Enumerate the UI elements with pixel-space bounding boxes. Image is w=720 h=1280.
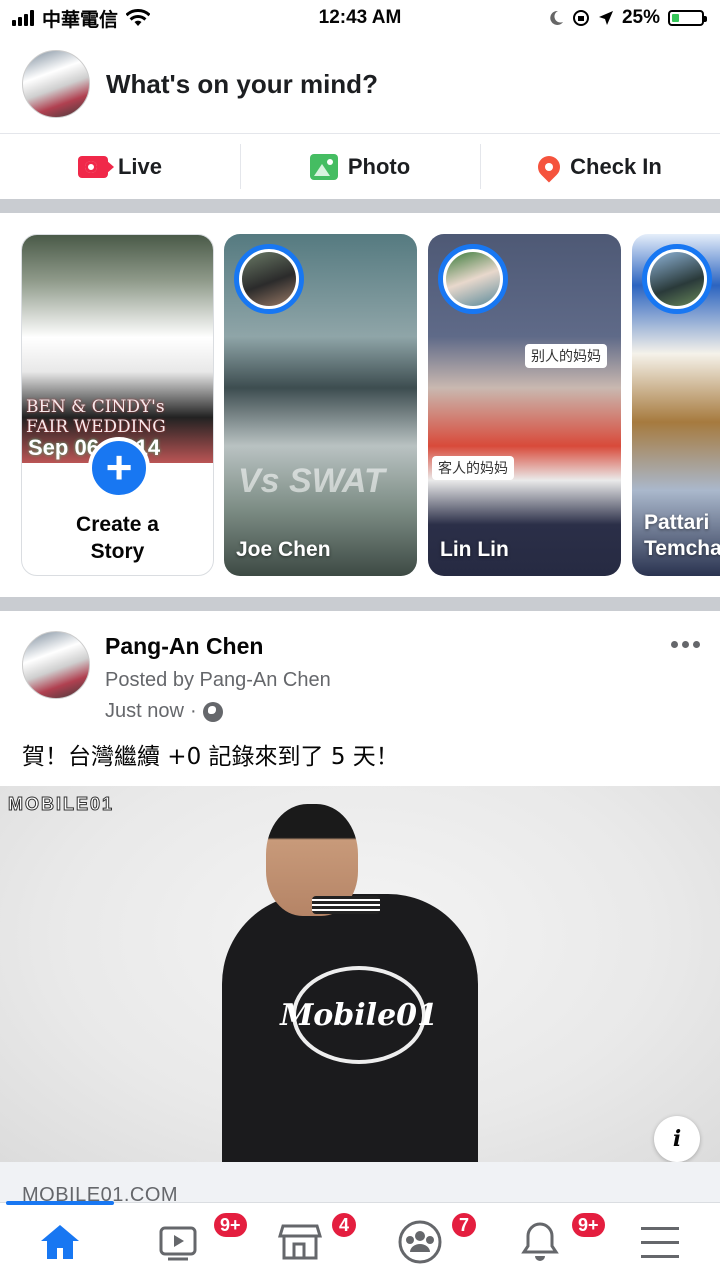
tab-notifications[interactable]: 9+ [480,1203,607,1280]
marketplace-icon [278,1224,322,1259]
tab-watch[interactable]: 9+ [120,1203,249,1280]
photo-caption: BEN & CINDY's FAIR WEDDING [26,397,166,437]
section-divider [0,199,720,213]
author-avatar[interactable] [22,631,90,699]
video-icon [159,1226,197,1260]
collar-shape [312,896,380,914]
groups-badge: 7 [450,1211,478,1239]
check-in-label: Check In [570,153,662,179]
moon-icon [550,10,563,25]
story-name: Pattari Temcha [644,510,720,562]
create-story-card[interactable]: BEN & CINDY's FAIR WEDDING Sep 06, 2014 … [21,234,214,576]
orientation-lock-icon [572,10,589,26]
story-avatar [234,244,304,314]
info-icon[interactable]: i [654,1116,700,1162]
post-text: 賀！台灣繼續 +0 記錄來到了 5 天！ [22,744,399,770]
signal-icon [12,10,34,26]
post-byline[interactable]: Posted by Pang-An Chen [105,669,331,692]
bell-icon [521,1221,559,1261]
post-image[interactable]: MOBILE01 Mobile01 i [0,786,720,1162]
stories-tray[interactable]: BEN & CINDY's FAIR WEDDING Sep 06, 2014 … [0,213,720,597]
photo-caption-line: BEN & CINDY's [26,397,165,417]
jacket-logo: Mobile01 [280,966,438,1064]
post-author[interactable]: Pang-An Chen [105,633,263,660]
location-arrow-icon [598,11,613,25]
tab-home[interactable] [0,1201,120,1280]
story-card-lin-lin[interactable]: 别人的妈妈 客人的妈妈 Lin Lin [428,234,621,576]
story-avatar [642,244,712,314]
story-card-joe-chen[interactable]: Vs SWAT Joe Chen [224,234,417,576]
battery-icon [668,10,707,26]
status-left: 中華電信 [12,5,151,32]
tab-menu[interactable] [600,1203,720,1280]
create-story-label-line: Create a [76,513,159,536]
image-watermark: MOBILE01 [7,794,115,815]
story-name: Joe Chen [236,538,331,561]
check-in-button[interactable]: Check In [480,134,720,199]
link-preview[interactable]: MOBILE01.COM [0,1162,720,1206]
live-button[interactable]: Live [0,134,240,199]
story-overlay-text: Vs SWAT [238,462,385,500]
wifi-icon [126,9,151,26]
bottom-tab-bar: 9+ 4 7 9+ [0,1201,720,1280]
composer-actions: Live Photo Check In [0,133,720,199]
more-options-icon[interactable] [671,641,700,648]
groups-icon [398,1220,442,1263]
location-pin-icon [533,150,565,183]
story-card-pattari[interactable]: Pattari Temcha [632,234,720,576]
composer-prompt[interactable]: What's on your mind? [106,69,378,100]
story-avatar [438,244,508,314]
section-divider [0,597,720,611]
home-icon [41,1224,79,1259]
plus-icon[interactable]: + [88,437,150,499]
live-label: Live [117,153,163,179]
photo-caption-line: FAIR WEDDING [26,417,166,437]
story-name-line: Pattari [644,511,710,534]
post-time: Just now [105,700,184,722]
story-name-line: Temcha [644,537,720,560]
create-story-label: Create a Story [22,511,213,565]
create-story-label-line: Story [90,540,145,563]
avatar[interactable] [22,50,90,118]
live-video-icon [77,155,114,178]
photo-icon [309,153,338,180]
post-header: Pang-An Chen Posted by Pang-An Chen Just… [0,611,720,786]
status-right: 25% [548,7,707,29]
story-name: Lin Lin [440,538,509,561]
create-story-photo: BEN & CINDY's FAIR WEDDING Sep 06, 2014 [22,235,213,463]
post-meta: Just now · [105,700,223,723]
tab-groups[interactable]: 7 [360,1203,480,1280]
story-sticker: 客人的妈妈 [432,456,514,480]
composer[interactable]: What's on your mind? [0,36,720,132]
story-sticker: 别人的妈妈 [525,344,607,368]
globe-icon [202,701,223,722]
tab-marketplace[interactable]: 4 [240,1203,360,1280]
battery-percent: 25% [621,7,660,28]
menu-icon [641,1226,679,1258]
carrier-name: 中華電信 [42,9,119,31]
status-bar: 中華電信 12:43 AM 25% [0,0,720,36]
photo-label: Photo [347,153,411,179]
photo-button[interactable]: Photo [240,134,480,199]
meta-separator: · [189,700,197,722]
marketplace-badge: 4 [330,1211,358,1239]
